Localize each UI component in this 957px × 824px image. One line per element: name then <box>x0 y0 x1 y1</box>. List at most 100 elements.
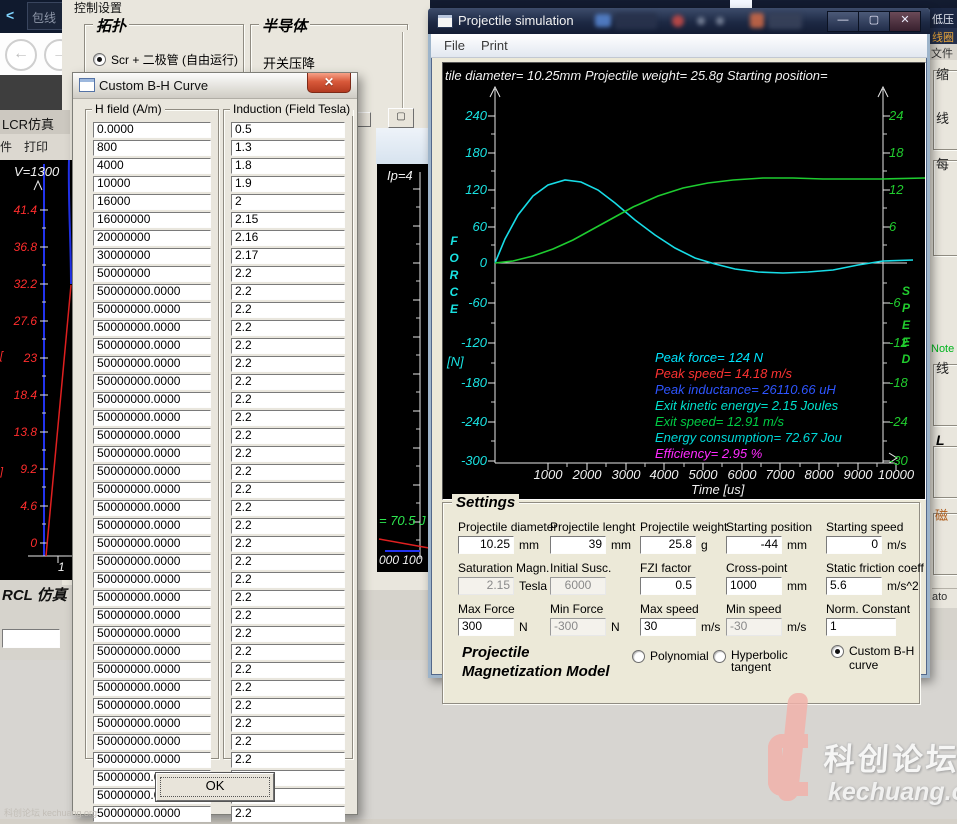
h-field-entry[interactable]: 4000 <box>93 158 211 174</box>
menu-file-partial[interactable]: 件 <box>0 138 12 155</box>
h-field-entry[interactable]: 30000000 <box>93 248 211 264</box>
minimize-button[interactable]: — <box>827 11 859 32</box>
restore-button[interactable]: ▢ <box>388 108 414 128</box>
induction-entry[interactable]: 2.2 <box>231 284 345 300</box>
h-field-entry[interactable]: 50000000.0000 <box>93 734 211 750</box>
field-value-input[interactable]: 39 <box>550 536 606 554</box>
h-field-entry[interactable]: 50000000.0000 <box>93 572 211 588</box>
topology-radio-scr-diode[interactable]: Scr + 二极管 (自由运行) <box>93 51 238 68</box>
collapse-chevron-icon[interactable]: < <box>6 7 14 23</box>
h-field-entry[interactable]: 50000000.0000 <box>93 338 211 354</box>
induction-entry[interactable]: 2.2 <box>231 752 345 768</box>
menu-print[interactable]: 打印 <box>24 138 48 155</box>
h-field-entry[interactable]: 50000000.0000 <box>93 302 211 318</box>
field-value-input[interactable]: 0.5 <box>640 577 696 595</box>
h-field-entry[interactable]: 20000000 <box>93 230 211 246</box>
menu-file-cn[interactable]: 文件 <box>930 44 957 60</box>
maximize-button[interactable]: ▢ <box>858 11 890 32</box>
field-value-input[interactable]: 300 <box>458 618 514 636</box>
projectile-title-bar[interactable]: Projectile simulation — ▢ ✕ <box>428 8 930 34</box>
ok-button[interactable]: OK <box>156 773 274 801</box>
small-button[interactable] <box>356 112 371 127</box>
h-field-entry[interactable]: 50000000 <box>93 266 211 282</box>
induction-entry[interactable]: 2.2 <box>231 680 345 696</box>
envelope-tab[interactable]: 包线 <box>27 2 67 30</box>
h-field-list[interactable]: 0.00008004000100001600016000000200000003… <box>93 122 211 824</box>
induction-entry[interactable]: 2.2 <box>231 806 345 822</box>
field-value-input[interactable]: 25.8 <box>640 536 696 554</box>
h-field-entry[interactable]: 50000000.0000 <box>93 392 211 408</box>
model-radio-option[interactable]: Hyperbolic tangent <box>713 650 793 673</box>
h-field-entry[interactable]: 16000 <box>93 194 211 210</box>
induction-list[interactable]: 0.51.31.81.922.152.162.172.22.22.22.22.2… <box>231 122 345 824</box>
induction-entry[interactable]: 2.2 <box>231 518 345 534</box>
h-field-entry[interactable]: 50000000.0000 <box>93 284 211 300</box>
h-field-entry[interactable]: 50000000.0000 <box>93 482 211 498</box>
field-value-input[interactable]: 1 <box>826 618 896 636</box>
h-field-entry[interactable]: 50000000.0000 <box>93 428 211 444</box>
induction-entry[interactable]: 2.2 <box>231 554 345 570</box>
close-icon[interactable]: ✕ <box>307 73 351 93</box>
h-field-entry[interactable]: 10000 <box>93 176 211 192</box>
induction-entry[interactable]: 2.2 <box>231 446 345 462</box>
h-field-entry[interactable]: 50000000.0000 <box>93 716 211 732</box>
h-field-entry[interactable]: 50000000.0000 <box>93 608 211 624</box>
timestep-input[interactable] <box>2 629 60 648</box>
field-value-input[interactable]: -300 <box>550 618 606 636</box>
induction-entry[interactable]: 2.2 <box>231 356 345 372</box>
h-field-entry[interactable]: 50000000.0000 <box>93 590 211 606</box>
field-value-input[interactable]: 6000 <box>550 577 606 595</box>
menu-file[interactable]: File <box>444 38 465 53</box>
field-value-input[interactable]: 2.15 <box>458 577 514 595</box>
field-value-input[interactable]: 0 <box>826 536 882 554</box>
h-field-entry[interactable]: 50000000.0000 <box>93 356 211 372</box>
h-field-entry[interactable]: 50000000.0000 <box>93 626 211 642</box>
field-value-input[interactable]: 1000 <box>726 577 782 595</box>
induction-entry[interactable]: 2.2 <box>231 374 345 390</box>
dialog-title-bar[interactable]: Custom B-H Curve ✕ <box>73 73 357 99</box>
induction-entry[interactable]: 2.2 <box>231 482 345 498</box>
field-value-input[interactable]: 30 <box>640 618 696 636</box>
induction-entry[interactable]: 2.2 <box>231 626 345 642</box>
induction-entry[interactable]: 2.17 <box>231 248 345 264</box>
induction-entry[interactable]: 2 <box>231 194 345 210</box>
induction-entry[interactable]: 2.2 <box>231 716 345 732</box>
model-radio-option[interactable]: Polynomial <box>632 650 709 663</box>
close-button[interactable]: ✕ <box>889 11 921 32</box>
induction-entry[interactable]: 2.2 <box>231 338 345 354</box>
h-field-entry[interactable]: 50000000.0000 <box>93 644 211 660</box>
induction-entry[interactable]: 2.2 <box>231 698 345 714</box>
induction-entry[interactable]: 2.2 <box>231 464 345 480</box>
field-value-input[interactable]: -30 <box>726 618 782 636</box>
induction-entry[interactable]: 1.8 <box>231 158 345 174</box>
induction-entry[interactable]: 2.2 <box>231 320 345 336</box>
h-field-entry[interactable]: 50000000.0000 <box>93 320 211 336</box>
h-field-entry[interactable]: 50000000.0000 <box>93 752 211 768</box>
induction-entry[interactable]: 2.2 <box>231 734 345 750</box>
induction-entry[interactable]: 2.2 <box>231 644 345 660</box>
field-value-input[interactable]: 5.6 <box>826 577 882 595</box>
field-value-input[interactable]: -44 <box>726 536 782 554</box>
induction-entry[interactable]: 2.2 <box>231 590 345 606</box>
model-radio-option[interactable]: Custom B-H curve <box>831 645 930 672</box>
back-arrow-icon[interactable]: ← <box>5 39 37 71</box>
h-field-entry[interactable]: 50000000.0000 <box>93 680 211 696</box>
induction-entry[interactable]: 2.2 <box>231 392 345 408</box>
induction-entry[interactable]: 0.5 <box>231 122 345 138</box>
h-field-entry[interactable]: 800 <box>93 140 211 156</box>
induction-entry[interactable]: 2.2 <box>231 572 345 588</box>
induction-entry[interactable]: 2.2 <box>231 536 345 552</box>
h-field-entry[interactable]: 50000000.0000 <box>93 500 211 516</box>
tab-lcr-simulation[interactable]: LCR仿真 <box>2 114 54 133</box>
h-field-entry[interactable]: 0.0000 <box>93 122 211 138</box>
induction-entry[interactable]: 2.2 <box>231 410 345 426</box>
h-field-entry[interactable]: 50000000.0000 <box>93 554 211 570</box>
induction-entry[interactable]: 2.2 <box>231 662 345 678</box>
induction-entry[interactable]: 2.2 <box>231 608 345 624</box>
induction-entry[interactable]: 1.9 <box>231 176 345 192</box>
induction-entry[interactable]: 1.3 <box>231 140 345 156</box>
induction-entry[interactable]: 2.2 <box>231 266 345 282</box>
induction-entry[interactable]: 2.2 <box>231 500 345 516</box>
h-field-entry[interactable]: 50000000.0000 <box>93 374 211 390</box>
h-field-entry[interactable]: 50000000.0000 <box>93 464 211 480</box>
